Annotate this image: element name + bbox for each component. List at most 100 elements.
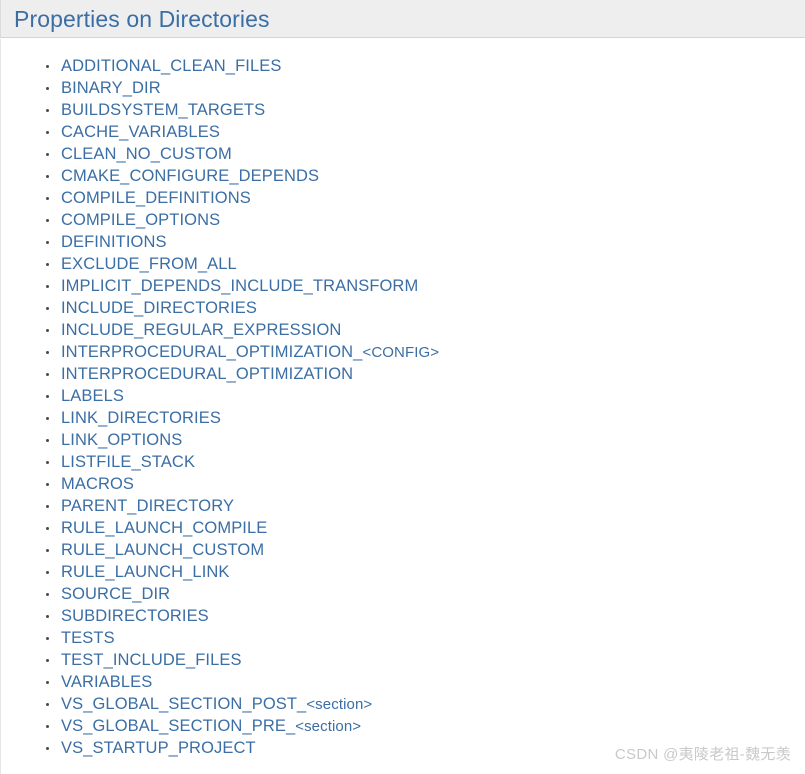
list-item: INCLUDE_DIRECTORIES	[45, 297, 439, 319]
property-name: IMPLICIT_DEPENDS_INCLUDE_TRANSFORM	[61, 277, 419, 295]
property-link[interactable]: ADDITIONAL_CLEAN_FILES	[61, 57, 281, 75]
page-title: Properties on Directories	[14, 6, 270, 32]
list-item: LISTFILE_STACK	[45, 451, 439, 473]
property-link[interactable]: DEFINITIONS	[61, 233, 167, 251]
property-link[interactable]: PARENT_DIRECTORY	[61, 497, 234, 515]
property-name: RULE_LAUNCH_CUSTOM	[61, 541, 265, 559]
property-link[interactable]: TEST_INCLUDE_FILES	[61, 651, 242, 669]
property-placeholder: <section>	[295, 718, 362, 735]
property-name: INTERPROCEDURAL_OPTIMIZATION_	[61, 343, 363, 361]
list-item: SUBDIRECTORIES	[45, 605, 439, 627]
list-item: INTERPROCEDURAL_OPTIMIZATION_<CONFIG>	[45, 341, 439, 363]
property-name: DEFINITIONS	[61, 233, 167, 251]
property-link[interactable]: BINARY_DIR	[61, 79, 161, 97]
property-link[interactable]: RULE_LAUNCH_LINK	[61, 563, 230, 581]
property-link[interactable]: LINK_OPTIONS	[61, 431, 182, 449]
list-item: CMAKE_CONFIGURE_DEPENDS	[45, 165, 439, 187]
property-link[interactable]: EXCLUDE_FROM_ALL	[61, 255, 237, 273]
list-item: DEFINITIONS	[45, 231, 439, 253]
list-item: VARIABLES	[45, 671, 439, 693]
property-name: COMPILE_DEFINITIONS	[61, 189, 251, 207]
property-link[interactable]: RULE_LAUNCH_CUSTOM	[61, 541, 264, 559]
list-item: VS_STARTUP_PROJECT	[45, 737, 439, 759]
list-item: INCLUDE_REGULAR_EXPRESSION	[45, 319, 439, 341]
properties-list: ADDITIONAL_CLEAN_FILES BINARY_DIR BUILDSYS…	[45, 55, 439, 759]
list-item: VS_GLOBAL_SECTION_PRE_<section>	[45, 715, 439, 737]
property-link[interactable]: RULE_LAUNCH_COMPILE	[61, 519, 267, 537]
property-name: TESTS	[61, 629, 115, 647]
property-name: LABELS	[61, 387, 124, 405]
list-item: BUILDSYSTEM_TARGETS	[45, 99, 439, 121]
property-link[interactable]: VS_STARTUP_PROJECT	[61, 739, 256, 757]
property-name: INCLUDE_DIRECTORIES	[61, 299, 257, 317]
property-name: INCLUDE_REGULAR_EXPRESSION	[61, 321, 342, 339]
list-item: INTERPROCEDURAL_OPTIMIZATION	[45, 363, 439, 385]
property-link[interactable]: CLEAN_NO_CUSTOM	[61, 145, 232, 163]
property-name: RULE_LAUNCH_COMPILE	[61, 519, 268, 537]
property-link[interactable]: INCLUDE_REGULAR_EXPRESSION	[61, 321, 341, 339]
property-link[interactable]: MACROS	[61, 475, 134, 493]
list-item: LINK_OPTIONS	[45, 429, 439, 451]
property-name: CACHE_VARIABLES	[61, 123, 220, 141]
property-link[interactable]: INTERPROCEDURAL_OPTIMIZATION_<CONFIG>	[61, 343, 439, 361]
property-link[interactable]: VARIABLES	[61, 673, 152, 691]
property-name: LISTFILE_STACK	[61, 453, 196, 471]
list-item: RULE_LAUNCH_CUSTOM	[45, 539, 439, 561]
property-name: TEST_INCLUDE_FILES	[61, 651, 242, 669]
property-name: RULE_LAUNCH_LINK	[61, 563, 230, 581]
property-link[interactable]: INCLUDE_DIRECTORIES	[61, 299, 257, 317]
property-name: ADDITIONAL_CLEAN_FILES	[61, 57, 282, 75]
property-link[interactable]: TESTS	[61, 629, 115, 647]
property-link[interactable]: CACHE_VARIABLES	[61, 123, 220, 141]
list-item: CLEAN_NO_CUSTOM	[45, 143, 439, 165]
property-name: VS_GLOBAL_SECTION_PRE_	[61, 717, 296, 735]
property-link[interactable]: LABELS	[61, 387, 124, 405]
list-item: EXCLUDE_FROM_ALL	[45, 253, 439, 275]
property-link[interactable]: LINK_DIRECTORIES	[61, 409, 221, 427]
property-link[interactable]: BUILDSYSTEM_TARGETS	[61, 101, 265, 119]
property-name: VARIABLES	[61, 673, 153, 691]
property-link[interactable]: CMAKE_CONFIGURE_DEPENDS	[61, 167, 319, 185]
list-item: TEST_INCLUDE_FILES	[45, 649, 439, 671]
property-name: LINK_DIRECTORIES	[61, 409, 221, 427]
documentation-page: Properties on Directories ADDITIONAL_CLE…	[0, 0, 805, 774]
property-link[interactable]: IMPLICIT_DEPENDS_INCLUDE_TRANSFORM	[61, 277, 418, 295]
property-name: LINK_OPTIONS	[61, 431, 183, 449]
property-name: BINARY_DIR	[61, 79, 161, 97]
property-name: SOURCE_DIR	[61, 585, 171, 603]
property-name: CLEAN_NO_CUSTOM	[61, 145, 232, 163]
property-link[interactable]: VS_GLOBAL_SECTION_POST_<section>	[61, 695, 372, 713]
list-item: RULE_LAUNCH_LINK	[45, 561, 439, 583]
property-name: SUBDIRECTORIES	[61, 607, 209, 625]
property-name: MACROS	[61, 475, 135, 493]
property-link[interactable]: COMPILE_DEFINITIONS	[61, 189, 251, 207]
property-link[interactable]: COMPILE_OPTIONS	[61, 211, 220, 229]
list-item: LABELS	[45, 385, 439, 407]
property-link[interactable]: VS_GLOBAL_SECTION_PRE_<section>	[61, 717, 361, 735]
list-item: SOURCE_DIR	[45, 583, 439, 605]
property-name: CMAKE_CONFIGURE_DEPENDS	[61, 167, 320, 185]
property-link[interactable]: SUBDIRECTORIES	[61, 607, 209, 625]
content-area: ADDITIONAL_CLEAN_FILES BINARY_DIR BUILDSYS…	[0, 39, 805, 774]
list-item: MACROS	[45, 473, 439, 495]
property-name: INTERPROCEDURAL_OPTIMIZATION	[61, 365, 354, 383]
property-link[interactable]: SOURCE_DIR	[61, 585, 170, 603]
list-item: RULE_LAUNCH_COMPILE	[45, 517, 439, 539]
list-item: COMPILE_OPTIONS	[45, 209, 439, 231]
property-name: VS_GLOBAL_SECTION_POST_	[61, 695, 307, 713]
property-link[interactable]: LISTFILE_STACK	[61, 453, 195, 471]
list-item: LINK_DIRECTORIES	[45, 407, 439, 429]
list-item: PARENT_DIRECTORY	[45, 495, 439, 517]
list-item: ADDITIONAL_CLEAN_FILES	[45, 55, 439, 77]
csdn-watermark: CSDN @夷陵老祖-魏无羡	[614, 746, 791, 763]
property-name: COMPILE_OPTIONS	[61, 211, 221, 229]
list-item: VS_GLOBAL_SECTION_POST_<section>	[45, 693, 439, 715]
list-item: TESTS	[45, 627, 439, 649]
property-link[interactable]: INTERPROCEDURAL_OPTIMIZATION	[61, 365, 353, 383]
list-item: BINARY_DIR	[45, 77, 439, 99]
list-item: IMPLICIT_DEPENDS_INCLUDE_TRANSFORM	[45, 275, 439, 297]
property-name: PARENT_DIRECTORY	[61, 497, 235, 515]
list-item: COMPILE_DEFINITIONS	[45, 187, 439, 209]
page-header: Properties on Directories	[0, 0, 805, 38]
property-placeholder: <CONFIG>	[362, 344, 440, 361]
